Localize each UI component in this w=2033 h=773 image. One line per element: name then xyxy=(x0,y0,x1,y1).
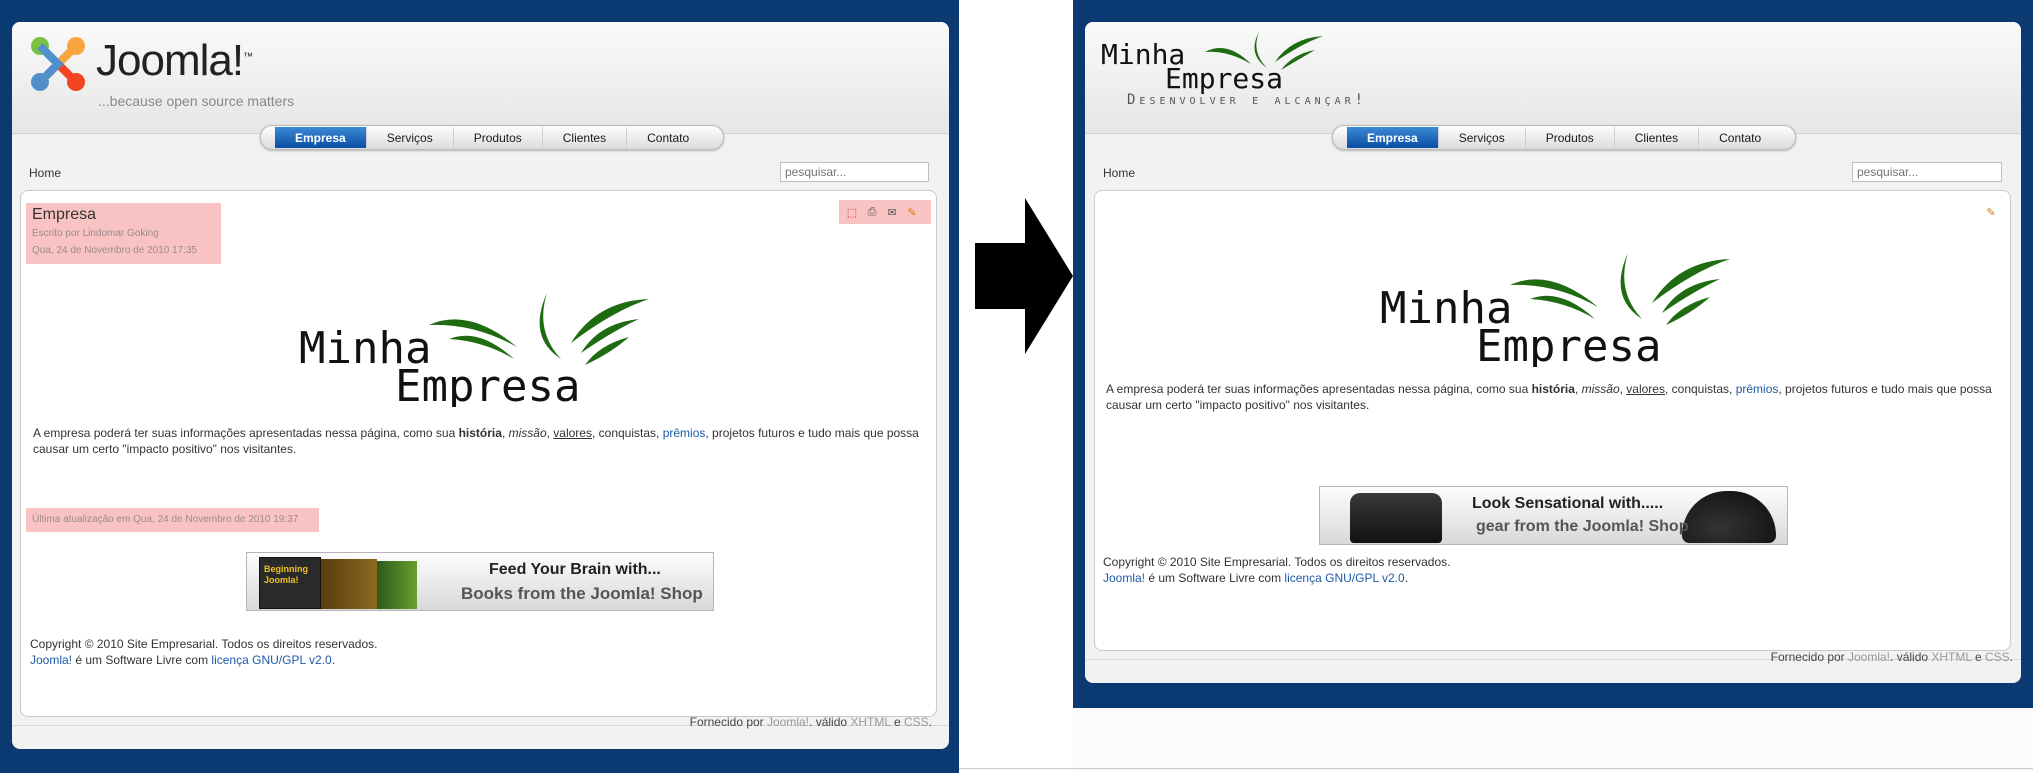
valores-text: valores xyxy=(553,426,592,440)
right-website: Minha Empresa Desenvolver e alcançar! Em… xyxy=(1085,22,2021,683)
powered-joomla-link[interactable]: Joomla! xyxy=(1848,650,1890,664)
nav-item-servicos[interactable]: Serviços xyxy=(367,127,454,148)
nav-item-clientes[interactable]: Clientes xyxy=(543,127,628,148)
search-input[interactable] xyxy=(780,162,929,182)
nav-item-empresa[interactable]: Empresa xyxy=(275,127,367,148)
historia-text: história xyxy=(1531,382,1575,396)
nav-item-produtos[interactable]: Produtos xyxy=(1526,127,1615,148)
right-main-nav: Empresa Serviços Produtos Clientes Conta… xyxy=(1332,125,1797,150)
joomla-brand-text: Joomla!™ xyxy=(96,36,253,85)
left-main-nav: Empresa Serviços Produtos Clientes Conta… xyxy=(260,125,725,150)
nav-item-servicos[interactable]: Serviços xyxy=(1439,127,1526,148)
breadcrumb[interactable]: Home xyxy=(1103,166,1135,180)
gpl-license-link[interactable]: licença GNU/GPL v2.0 xyxy=(211,653,331,667)
arrow-right-icon xyxy=(975,198,1073,354)
right-content-box: ✎ Minha Empresa A empresa poderá ter sua… xyxy=(1094,190,2011,651)
nav-item-contato[interactable]: Contato xyxy=(1699,127,1781,148)
copyright-text: Copyright © 2010 Site Empresarial. Todos… xyxy=(1103,555,1451,569)
book-cover-image: Beginning Joomla! xyxy=(259,557,321,609)
css-link[interactable]: CSS xyxy=(904,715,929,729)
article-body: A empresa poderá ter suas informações ap… xyxy=(33,426,919,456)
book-stack-image xyxy=(321,559,377,609)
article-icons-box: ⬚ ⎙ ✉ ✎ xyxy=(839,200,931,224)
divider-line xyxy=(959,768,2033,769)
nav-item-produtos[interactable]: Produtos xyxy=(454,127,543,148)
search-input[interactable] xyxy=(1852,162,2002,182)
edit-icon[interactable]: ✎ xyxy=(1984,205,1998,219)
cap-image xyxy=(1682,491,1776,543)
article-date: Qua, 24 de Novembro de 2010 17:35 xyxy=(32,245,198,256)
historia-text: história xyxy=(458,426,502,440)
missao-text: missão xyxy=(508,426,547,440)
minha-empresa-logo-image: Minha Empresa xyxy=(299,293,649,407)
left-content-box: Empresa Escrito por Lindomar Goking Qua,… xyxy=(20,190,937,717)
joomla-books-banner[interactable]: Beginning Joomla! Feed Your Brain with..… xyxy=(246,552,714,611)
left-website: Joomla!™ ...because open source matters … xyxy=(12,22,949,749)
nav-item-empresa[interactable]: Empresa xyxy=(1347,127,1439,148)
copyright-footer: Copyright © 2010 Site Empresarial. Todos… xyxy=(30,636,630,668)
powered-joomla-link[interactable]: Joomla! xyxy=(767,715,809,729)
banner-subline: gear from the Joomla! Shop xyxy=(1476,518,1689,535)
license-line: Joomla! é um Software Livre com licença … xyxy=(30,653,336,667)
article-body: A empresa poderá ter suas informações ap… xyxy=(1106,382,1992,412)
joomla-logo-icon[interactable] xyxy=(26,32,90,96)
article-title: Empresa xyxy=(32,206,97,223)
css-link[interactable]: CSS xyxy=(1985,650,2010,664)
copyright-text: Copyright © 2010 Site Empresarial. Todos… xyxy=(30,637,378,651)
book-stack-image-2 xyxy=(377,561,417,609)
header-tagline: Desenvolver e alcançar! xyxy=(1127,92,1368,108)
license-line: Joomla! é um Software Livre com licença … xyxy=(1103,571,1409,585)
gpl-license-link[interactable]: licença GNU/GPL v2.0 xyxy=(1284,571,1404,585)
nav-item-clientes[interactable]: Clientes xyxy=(1615,127,1700,148)
banner-headline: Look Sensational with..... xyxy=(1472,495,1664,512)
article-author: Escrito por Lindomar Goking xyxy=(32,228,159,239)
xhtml-link[interactable]: XHTML xyxy=(1931,650,1971,664)
last-updated-note: Última atualização em Qua, 24 de Novembr… xyxy=(26,508,319,532)
svg-text:Empresa: Empresa xyxy=(1165,62,1283,95)
premios-link[interactable]: prêmios xyxy=(663,426,706,440)
valores-text: valores xyxy=(1626,382,1665,396)
messenger-bag-image xyxy=(1350,493,1442,543)
joomla-link[interactable]: Joomla! xyxy=(1103,571,1145,585)
copyright-footer: Copyright © 2010 Site Empresarial. Todos… xyxy=(1103,554,1703,586)
print-icon[interactable]: ⎙ xyxy=(865,205,879,219)
joomla-link[interactable]: Joomla! xyxy=(30,653,72,667)
empresa-logo-text: Empresa xyxy=(395,361,580,407)
xhtml-link[interactable]: XHTML xyxy=(850,715,890,729)
empresa-logo-text: Empresa xyxy=(1476,321,1661,367)
right-blank-area xyxy=(1073,708,2033,773)
premios-link[interactable]: prêmios xyxy=(1736,382,1779,396)
article-meta-box: Empresa Escrito por Lindomar Goking Qua,… xyxy=(26,203,221,264)
joomla-gear-banner[interactable]: Look Sensational with..... gear from the… xyxy=(1319,486,1788,545)
breadcrumb[interactable]: Home xyxy=(29,166,61,180)
banner-subline: Books from the Joomla! Shop xyxy=(461,584,703,603)
banner-headline: Feed Your Brain with... xyxy=(489,561,661,578)
edit-icon[interactable]: ✎ xyxy=(905,205,919,219)
right-header: Minha Empresa Desenvolver e alcançar! xyxy=(1085,22,2021,134)
nav-item-contato[interactable]: Contato xyxy=(627,127,709,148)
joomla-tagline: ...because open source matters xyxy=(98,93,295,109)
powered-by: Fornecido por Joomla!. válido XHTML e CS… xyxy=(1770,650,2013,664)
left-header: Joomla!™ ...because open source matters xyxy=(12,22,949,134)
minha-empresa-logo-image: Minha Empresa xyxy=(1380,253,1730,367)
powered-by: Fornecido por Joomla!. válido XHTML e CS… xyxy=(689,715,932,729)
pdf-icon[interactable]: ⬚ xyxy=(845,205,859,219)
missao-text: missão xyxy=(1581,382,1620,396)
email-icon[interactable]: ✉ xyxy=(885,205,899,219)
